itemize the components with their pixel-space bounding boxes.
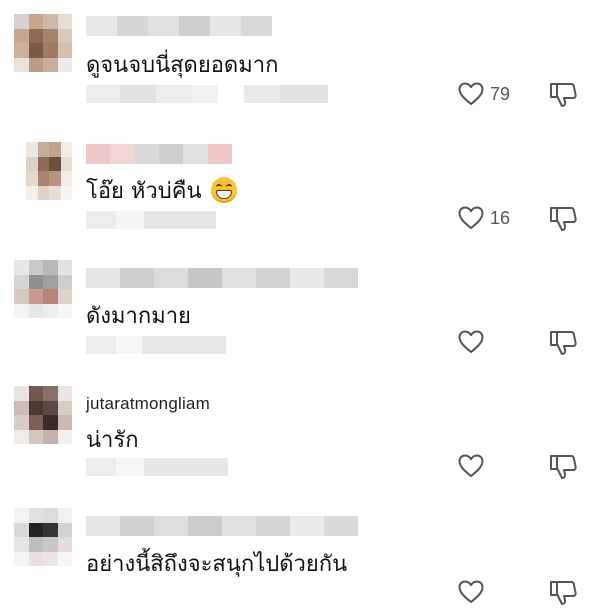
like-button[interactable]	[458, 580, 484, 604]
comment-text: น่ารัก	[86, 428, 139, 453]
comment-text-value: โอ๊ย หัวบ่คืน	[86, 179, 202, 204]
avatar[interactable]	[14, 14, 72, 72]
thumbs-down-outline-icon	[550, 207, 577, 231]
heart-outline-icon	[458, 330, 484, 353]
comment-meta-blurred	[86, 336, 226, 354]
comment-text: โอ๊ย หัวบ่คืน	[86, 173, 237, 208]
like-button[interactable]: 79	[458, 82, 510, 106]
heart-outline-icon	[458, 454, 484, 477]
thumbs-down-outline-icon	[550, 331, 577, 355]
comment-meta-blurred	[86, 211, 216, 229]
avatar[interactable]	[14, 508, 72, 566]
dislike-button[interactable]	[548, 82, 578, 108]
like-button[interactable]	[458, 330, 484, 354]
comment-meta-blurred	[86, 458, 228, 476]
username[interactable]: jutaratmongliam	[86, 394, 210, 414]
like-count: 79	[490, 83, 511, 104]
avatar[interactable]	[26, 142, 72, 200]
dislike-button[interactable]	[548, 580, 578, 606]
username-blurred[interactable]	[86, 16, 272, 36]
like-count: 16	[490, 207, 511, 228]
comment-text: ดังมากมาย	[86, 304, 191, 329]
dislike-button[interactable]	[548, 330, 578, 356]
heart-outline-icon	[458, 206, 484, 229]
heart-outline-icon	[458, 580, 484, 603]
like-button[interactable]	[458, 454, 484, 478]
dislike-button[interactable]	[548, 454, 578, 480]
comment-text: ดูจนจบนี่สุดยอดมาก	[86, 53, 279, 78]
dislike-button[interactable]	[548, 206, 578, 232]
avatar[interactable]	[14, 386, 72, 444]
thumbs-down-outline-icon	[550, 581, 577, 605]
username-blurred[interactable]	[86, 144, 232, 164]
username-blurred[interactable]	[86, 516, 358, 536]
avatar[interactable]	[14, 260, 72, 318]
username-blurred[interactable]	[86, 268, 358, 288]
comment-meta-blurred	[86, 85, 328, 103]
heart-outline-icon	[458, 82, 484, 105]
thumbs-down-outline-icon	[550, 455, 577, 479]
grinning-face-emoji	[210, 177, 237, 203]
thumbs-down-outline-icon	[550, 83, 577, 107]
comment-text: อย่างนี้สิถึงจะสนุกไปด้วยกัน	[86, 552, 348, 577]
like-button[interactable]: 16	[458, 206, 510, 230]
